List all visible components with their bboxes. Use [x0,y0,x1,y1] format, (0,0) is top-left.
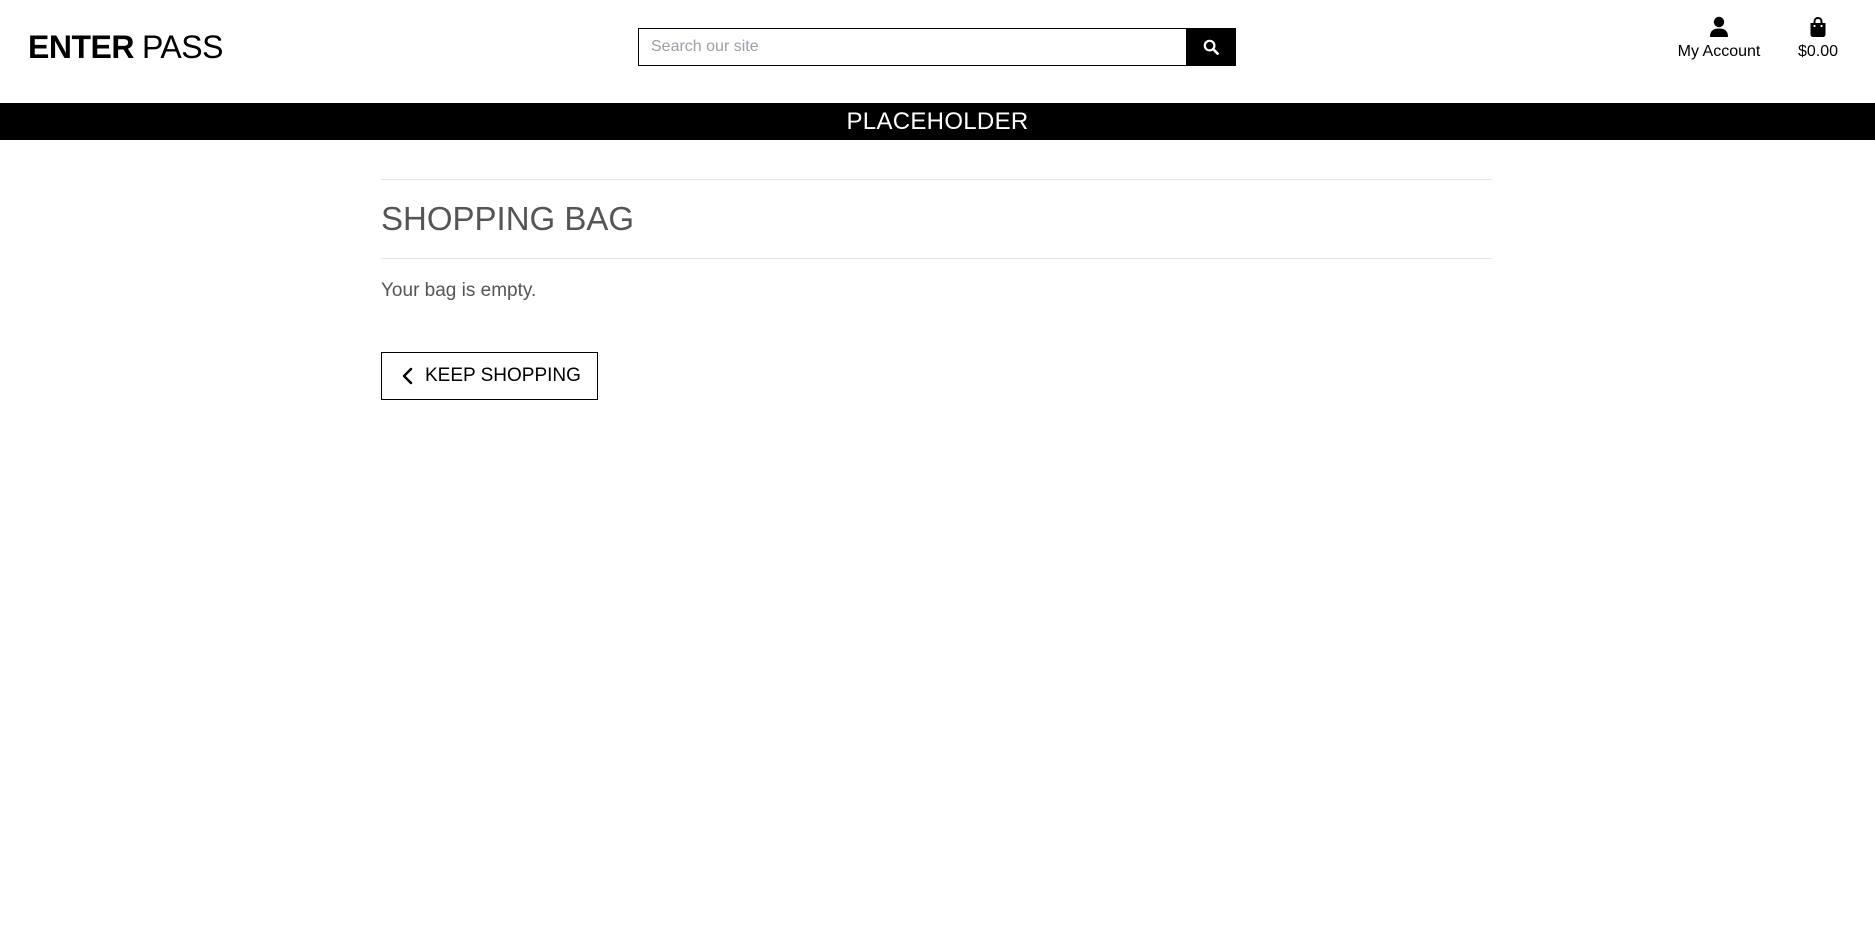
shopping-bag-icon [1810,16,1826,37]
keep-shopping-button[interactable]: KEEP SHOPPING [381,352,598,400]
empty-bag-message: Your bag is empty. [381,280,537,301]
site-logo[interactable]: ENTER PASS [28,28,223,66]
logo-light-text: PASS [141,29,224,65]
promo-banner: PLACEHOLDER [0,103,1875,140]
search-form [638,28,1236,66]
bag-total: $0.00 [1798,43,1839,60]
chevron-left-icon [402,367,413,385]
search-input[interactable] [638,28,1186,66]
user-icon [1710,16,1728,37]
search-button[interactable] [1186,28,1236,66]
my-account-link[interactable]: My Account [1666,16,1772,62]
bag-content: SHOPPING BAG Your bag is empty. KEEP SHO… [381,179,1492,400]
my-account-label: My Account [1677,43,1761,60]
logo-bold-text: ENTER [28,29,134,65]
shopping-bag-link[interactable]: $0.00 [1798,16,1838,62]
keep-shopping-label: KEEP SHOPPING [425,365,581,386]
search-icon [1203,39,1219,55]
page-title: SHOPPING BAG [381,200,635,237]
title-divider [381,258,1492,259]
banner-text: PLACEHOLDER [846,108,1029,135]
site-header: ENTERPASS My Account $0.00 [0,0,1875,103]
